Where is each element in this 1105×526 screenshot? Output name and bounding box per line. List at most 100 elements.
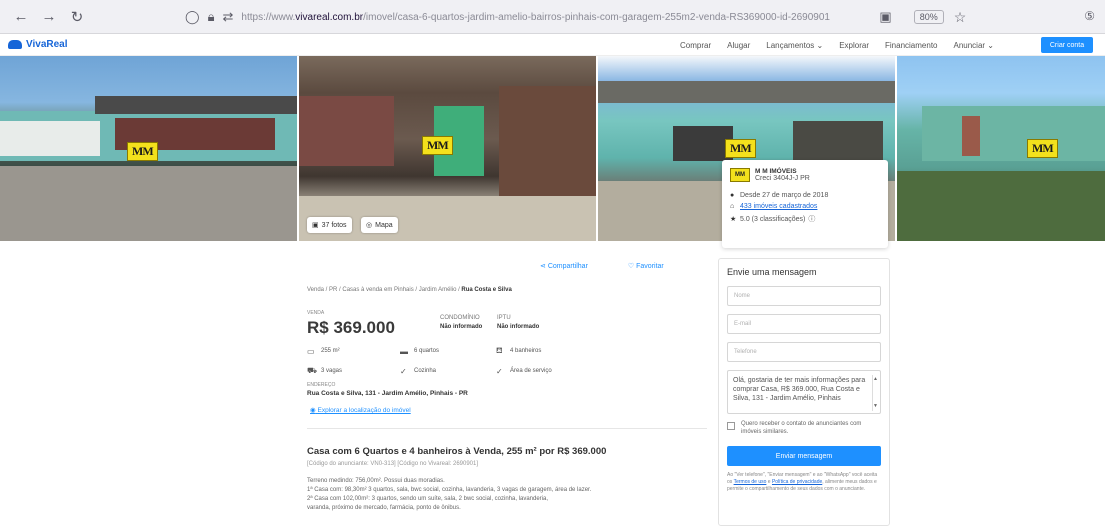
- bookmark-star-icon[interactable]: ☆: [954, 9, 967, 26]
- contact-form: Envie uma mensagem Nome E-mail Telefone …: [718, 258, 890, 526]
- message-textarea[interactable]: Olá, gostaria de ter mais informações pa…: [727, 370, 881, 414]
- camera-icon: ▣: [312, 222, 319, 229]
- address: Rua Costa e Silva, 131 - Jardim Amélio, …: [307, 390, 468, 397]
- house-icon: ⌂: [730, 203, 735, 210]
- shower-icon: ⛾: [496, 346, 503, 355]
- lawn: [897, 171, 1105, 241]
- bed-icon: ▬: [400, 346, 408, 356]
- watermark-logo: MM: [422, 136, 453, 155]
- favorite-button[interactable]: ♡ Favoritar: [628, 262, 664, 270]
- terms-link[interactable]: Termos de uso: [734, 479, 767, 485]
- shield-icon[interactable]: ◯: [185, 9, 200, 25]
- check-icon: ✓: [400, 366, 407, 376]
- url-text[interactable]: https://www.vivareal.com.br/imovel/casa-…: [241, 12, 871, 23]
- brick-wall: [299, 96, 394, 166]
- agent-since: Desde 27 de março de 2018: [740, 192, 829, 199]
- create-account-button[interactable]: Criar conta: [1041, 37, 1093, 53]
- agent-name[interactable]: M M IMÓVEIS: [755, 168, 810, 175]
- listing-title: Casa com 6 Quartos e 4 banheiros à Venda…: [307, 446, 607, 457]
- phone-input[interactable]: Telefone: [727, 342, 881, 362]
- check-icon: ✓: [496, 366, 503, 376]
- area-icon: ▭: [307, 346, 315, 356]
- send-message-button[interactable]: Enviar mensagem: [727, 446, 881, 466]
- photo-4[interactable]: MM: [897, 56, 1105, 241]
- watermark-logo: MM: [725, 139, 756, 158]
- nav-explorar[interactable]: Explorar: [839, 41, 869, 50]
- listing-codes: [Código do anunciante: VN0-313] [Código …: [307, 461, 479, 467]
- sale-label: VENDA: [307, 310, 325, 316]
- agent-card[interactable]: MM M M IMÓVEIS Creci 3404J-J PR ● Desde 2…: [722, 160, 888, 248]
- feature-parking: ⛟ 3 vagas: [307, 366, 343, 375]
- permissions-icon[interactable]: ⇄: [222, 9, 233, 25]
- house-wall: [922, 106, 1105, 161]
- agent-listings-link[interactable]: 433 imóveis cadastrados: [740, 203, 817, 210]
- roof: [598, 81, 895, 103]
- logo-icon: [8, 40, 22, 49]
- email-input[interactable]: E-mail: [727, 314, 881, 334]
- agent-rating: 5.0 (3 classificações): [740, 215, 806, 223]
- zoom-level[interactable]: 80%: [913, 10, 944, 24]
- share-button[interactable]: ⋖ Compartilhar: [540, 262, 588, 270]
- ground: [0, 166, 297, 241]
- reload-icon[interactable]: ↻: [66, 6, 88, 28]
- map-button[interactable]: ◎ Mapa: [361, 217, 398, 233]
- agent-creci: Creci 3404J-J PR: [755, 175, 810, 182]
- breadcrumb-current: Rua Costa e Silva: [461, 287, 512, 293]
- nav-financiamento[interactable]: Financiamento: [885, 41, 937, 50]
- window-right: [793, 121, 883, 161]
- watermark-logo: MM: [1027, 139, 1058, 158]
- nav-lancamentos[interactable]: Lançamentos ⌄: [766, 41, 823, 50]
- condo-fee: CONDOMÍNIO Não informado: [440, 315, 483, 330]
- address-bar[interactable]: ◯ 🔒︎ ⇄ https://www.vivareal.com.br/imove…: [185, 6, 985, 28]
- reader-view-icon[interactable]: ▣: [879, 9, 891, 25]
- star-icon: ★: [730, 216, 737, 223]
- agent-logo: MM: [730, 168, 750, 182]
- divider: [307, 428, 707, 429]
- feature-bathrooms: ⛾ 4 banheiros: [496, 346, 542, 355]
- back-icon[interactable]: ←: [10, 6, 32, 28]
- listing-description: Terreno medindo: 756,00m². Possui duas m…: [307, 478, 592, 511]
- nav-comprar[interactable]: Comprar: [680, 41, 711, 50]
- action-row: ⋖ Compartilhar ♡ Favoritar: [540, 262, 664, 270]
- share-icon: ⋖: [540, 263, 546, 270]
- site-logo[interactable]: VivaReal: [8, 39, 68, 50]
- feature-area: ▭ 255 m²: [307, 346, 340, 356]
- location-icon: ◉: [310, 407, 316, 414]
- legal-text: Ao "Ver telefone", "Enviar mensagem" e a…: [727, 472, 878, 492]
- feature-bedrooms: ▬ 6 quartos: [400, 346, 440, 356]
- consent-checkbox[interactable]: [727, 422, 735, 430]
- privacy-link[interactable]: Política de privacidade: [772, 479, 822, 485]
- feature-grid: ▭ 255 m² ▬ 6 quartos ⛾ 4 banheiros ⛟ 3 vagas…: [307, 346, 596, 376]
- consent-row: Quero receber o contato de anunciantes c…: [727, 420, 881, 436]
- textarea-scrollbar[interactable]: ▲ ▼: [872, 375, 878, 411]
- white-wall: [0, 121, 100, 156]
- lock-icon[interactable]: 🔒︎: [208, 9, 215, 25]
- wooden-wall: [499, 86, 596, 196]
- nav-alugar[interactable]: Alugar: [727, 41, 750, 50]
- watermark-logo: MM: [127, 142, 158, 161]
- forward-icon[interactable]: →: [38, 6, 60, 28]
- extension-icon[interactable]: ⑤: [1084, 9, 1095, 23]
- house-roof: [95, 96, 297, 114]
- feature-kitchen: ✓ Cozinha: [400, 366, 437, 376]
- price: R$ 369.000: [307, 318, 395, 337]
- name-input[interactable]: Nome: [727, 286, 881, 306]
- photos-count-button[interactable]: ▣ 37 fotos: [307, 217, 352, 233]
- nav-anunciar[interactable]: Anunciar ⌄: [954, 41, 995, 50]
- photo-gallery: MM MM ▣ 37 fotos ◎ Mapa MM MM: [0, 56, 1105, 241]
- heart-icon: ♡: [627, 263, 635, 270]
- car-icon: ⛟: [307, 366, 318, 375]
- top-nav: Comprar Alugar Lançamentos ⌄ Explorar Fi…: [680, 34, 994, 56]
- breadcrumb[interactable]: Venda / PR / Casas à venda em Pinhais / …: [307, 287, 512, 293]
- iptu-fee: IPTU Não informado: [497, 315, 540, 330]
- site-header: VivaReal Comprar Alugar Lançamentos ⌄ Ex…: [0, 34, 1105, 56]
- door: [962, 116, 980, 156]
- photo-2[interactable]: MM ▣ 37 fotos ◎ Mapa: [299, 56, 596, 241]
- feature-service-area: ✓ Área de serviço: [496, 366, 552, 376]
- contact-title: Envie uma mensagem: [727, 267, 817, 277]
- info-icon[interactable]: ⓘ: [808, 214, 815, 224]
- photo-1[interactable]: MM: [0, 56, 297, 241]
- explore-location-link[interactable]: ◉ Explorar a localização do imóvel: [310, 406, 411, 414]
- address-label: ENDEREÇO: [307, 382, 336, 388]
- clock-icon: ●: [730, 192, 735, 199]
